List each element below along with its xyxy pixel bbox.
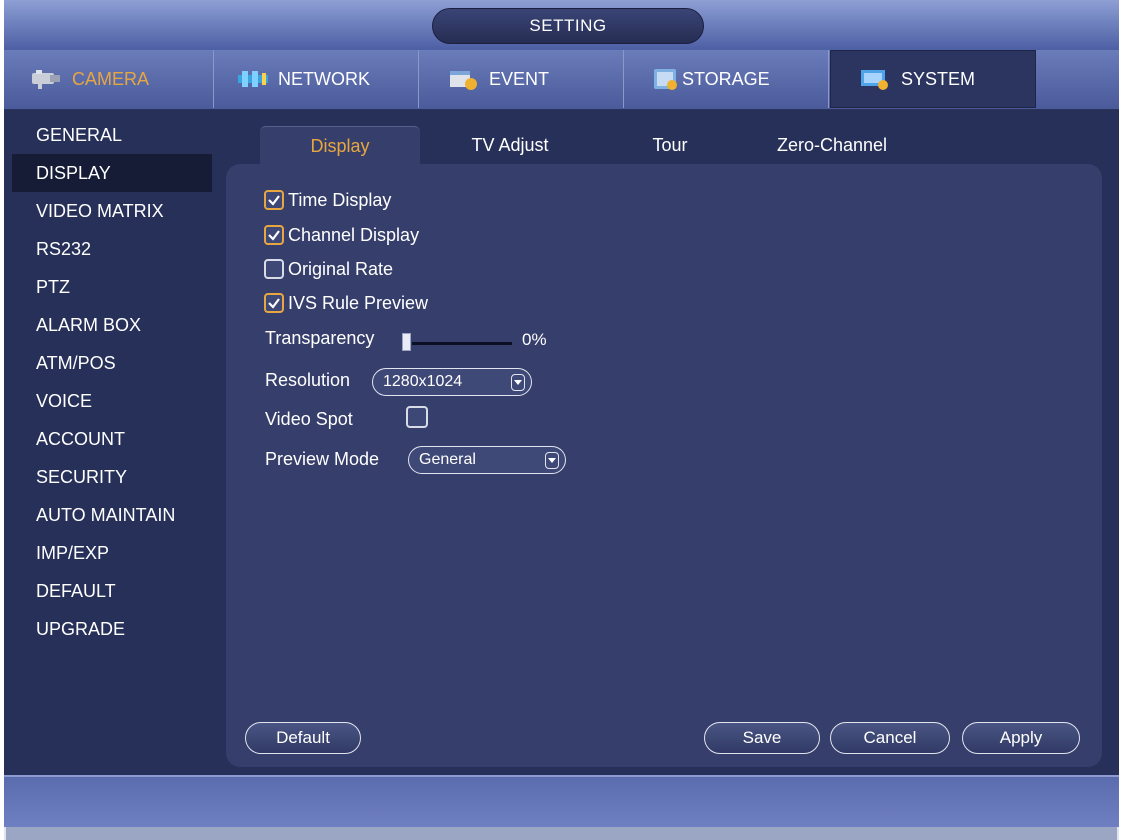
storage-icon bbox=[652, 67, 680, 91]
subtab-display[interactable]: Display bbox=[260, 126, 420, 166]
check-icon bbox=[268, 298, 280, 309]
channel-display-checkbox[interactable] bbox=[264, 225, 284, 245]
video-spot-label: Video Spot bbox=[265, 409, 353, 429]
save-button[interactable]: Save bbox=[704, 722, 820, 754]
resolution-value: 1280x1024 bbox=[383, 373, 463, 390]
sidebar-item-ptz[interactable]: PTZ bbox=[12, 268, 212, 306]
default-button[interactable]: Default bbox=[245, 722, 361, 754]
transparency-label: Transparency bbox=[265, 328, 375, 348]
cancel-button[interactable]: Cancel bbox=[830, 722, 950, 754]
time-display-label: Time Display bbox=[288, 189, 392, 210]
ivs-rule-preview-option[interactable]: IVS Rule Preview bbox=[264, 290, 428, 316]
chevron-down-icon bbox=[545, 452, 559, 469]
channel-display-label: Channel Display bbox=[288, 224, 420, 245]
sidebar-item-alarm-box[interactable]: ALARM BOX bbox=[12, 306, 212, 344]
title-bar: SETTING bbox=[4, 0, 1119, 50]
sidebar-item-atm-pos[interactable]: ATM/POS bbox=[12, 344, 212, 382]
resolution-select[interactable]: 1280x1024 bbox=[372, 368, 532, 396]
network-icon bbox=[236, 67, 270, 91]
check-icon bbox=[268, 230, 280, 241]
resolution-label: Resolution bbox=[265, 370, 351, 390]
sidebar-item-rs232[interactable]: RS232 bbox=[12, 230, 212, 268]
sidebar-item-upgrade[interactable]: UPGRADE bbox=[12, 610, 212, 648]
sidebar-item-account[interactable]: ACCOUNT bbox=[12, 420, 212, 458]
sidebar-item-auto-maintain[interactable]: AUTO MAINTAIN bbox=[12, 496, 212, 534]
sidebar-item-display[interactable]: DISPLAY bbox=[12, 154, 212, 192]
status-bar bbox=[4, 775, 1119, 827]
ivs-rule-preview-checkbox[interactable] bbox=[264, 293, 284, 313]
preview-mode-select[interactable]: General bbox=[408, 446, 566, 474]
tab-storage[interactable]: STORAGE bbox=[624, 50, 829, 108]
original-rate-checkbox[interactable] bbox=[264, 259, 284, 279]
check-icon bbox=[268, 195, 280, 206]
chevron-down-icon bbox=[511, 374, 525, 391]
sidebar-menu: GENERAL DISPLAY VIDEO MATRIX RS232 PTZ A… bbox=[12, 116, 212, 648]
sidebar-item-imp-exp[interactable]: IMP/EXP bbox=[12, 534, 212, 572]
original-rate-option[interactable]: Original Rate bbox=[264, 256, 393, 282]
time-display-option[interactable]: Time Display bbox=[264, 187, 391, 213]
subtab-zero-channel[interactable]: Zero-Channel bbox=[752, 126, 912, 166]
time-display-checkbox[interactable] bbox=[264, 190, 284, 210]
video-spot-checkbox[interactable] bbox=[406, 406, 428, 428]
event-icon bbox=[447, 67, 481, 91]
preview-mode-label: Preview Mode bbox=[265, 449, 380, 469]
transparency-slider-track[interactable] bbox=[412, 342, 512, 345]
transparency-slider-handle[interactable] bbox=[402, 333, 411, 351]
sidebar-item-security[interactable]: SECURITY bbox=[12, 458, 212, 496]
sidebar-item-voice[interactable]: VOICE bbox=[12, 382, 212, 420]
sidebar-item-general[interactable]: GENERAL bbox=[12, 116, 212, 154]
subtab-tv-adjust[interactable]: TV Adjust bbox=[440, 126, 580, 166]
sidebar-item-video-matrix[interactable]: VIDEO MATRIX bbox=[12, 192, 212, 230]
top-tab-bar: CAMERA NETWORK EVENT STORAGE SYSTEM bbox=[4, 50, 1119, 110]
window-title: SETTING bbox=[432, 8, 704, 44]
ivs-rule-preview-label: IVS Rule Preview bbox=[288, 292, 429, 313]
system-icon bbox=[859, 67, 893, 91]
camera-icon bbox=[30, 67, 64, 91]
tab-network[interactable]: NETWORK bbox=[214, 50, 419, 108]
apply-button[interactable]: Apply bbox=[962, 722, 1080, 754]
subtab-tour[interactable]: Tour bbox=[630, 126, 710, 166]
tab-event[interactable]: EVENT bbox=[419, 50, 624, 108]
original-rate-label: Original Rate bbox=[288, 258, 394, 279]
sidebar-item-default[interactable]: DEFAULT bbox=[12, 572, 212, 610]
transparency-value: 0% bbox=[522, 330, 547, 349]
tab-camera[interactable]: CAMERA bbox=[8, 50, 214, 108]
tab-system[interactable]: SYSTEM bbox=[830, 50, 1036, 108]
preview-mode-value: General bbox=[419, 451, 476, 468]
channel-display-option[interactable]: Channel Display bbox=[264, 222, 419, 248]
